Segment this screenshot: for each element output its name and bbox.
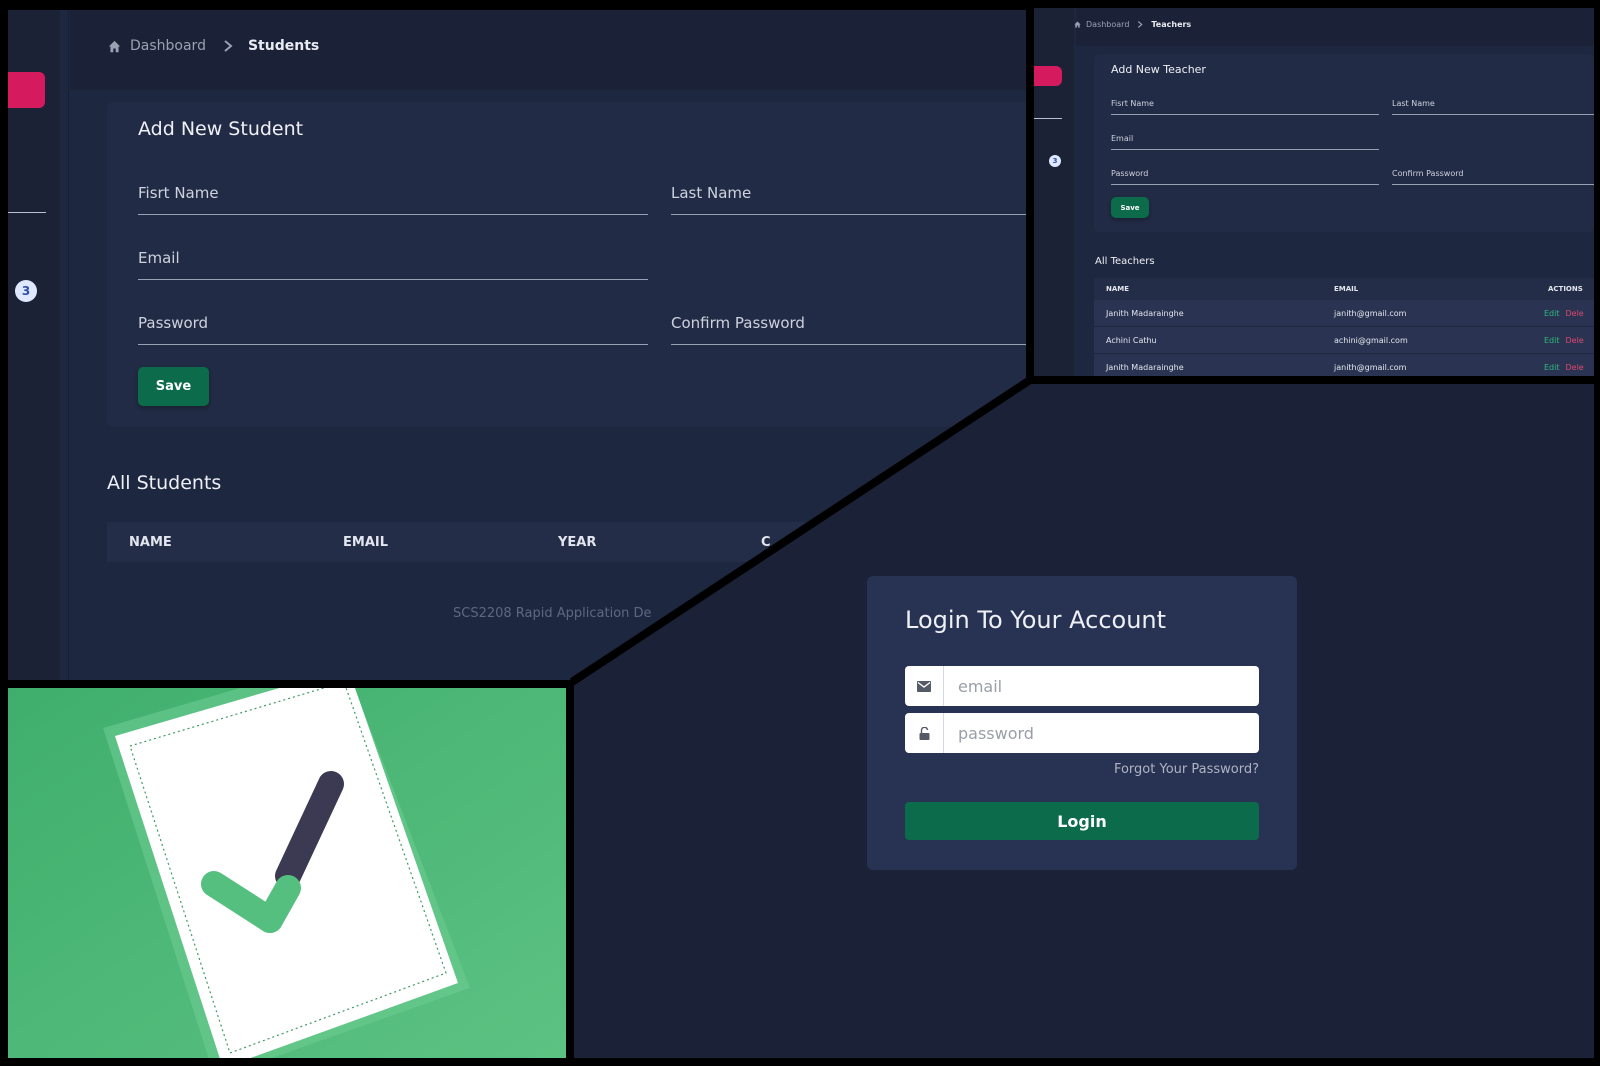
sidebar-separator [8,212,46,213]
chevron-right-icon [224,40,233,52]
teacher-name: Janith Madarainghe [1106,308,1184,318]
chevron-right-icon [1138,21,1144,28]
form-title: Add New Student [138,118,304,140]
breadcrumb-current: Students [247,38,320,54]
login-button[interactable]: Login [905,802,1259,840]
breadcrumb: Dashboard Students [108,38,319,54]
password-input[interactable] [944,713,1259,753]
password-input-group [905,713,1259,753]
confirm-password-field[interactable]: Confirm Password [1392,169,1594,185]
column-header-year: YEAR [558,534,597,550]
table-row: Achini Cathu achini@gmail.com Edit Dele [1094,327,1594,354]
home-icon [1074,21,1081,28]
all-teachers-title: All Teachers [1095,256,1155,267]
sidebar [1034,8,1074,378]
breadcrumb: Dashboard Teachers [1074,20,1191,29]
all-students-title: All Students [107,472,222,494]
save-button[interactable]: Save [138,367,209,406]
login-title: Login To Your Account [905,606,1167,634]
teachers-panel: 3 Dashboard Teachers Add New Teacher Fis… [1034,8,1594,378]
sidebar-separator [1034,118,1062,119]
breadcrumb-dashboard-link[interactable]: Dashboard [1086,20,1129,29]
table-row: Janith Madarainghe janith@gmail.com Edit… [1094,300,1594,327]
teacher-email: achini@gmail.com [1334,335,1408,345]
last-name-field[interactable]: Last Name [671,184,1028,215]
teacher-email: janith@gmail.com [1334,362,1407,372]
breadcrumb-dashboard-link[interactable]: Dashboard [130,38,206,54]
edit-link[interactable]: Edit [1544,363,1560,372]
edit-link[interactable]: Edit [1544,309,1560,318]
save-button[interactable]: Save [1111,197,1149,218]
teacher-name: Janith Madarainghe [1106,362,1184,372]
teachers-table-header: NAME EMAIL ACTIONS [1094,278,1594,300]
home-icon [108,40,121,52]
column-header-course: C [761,534,771,550]
login-card: Login To Your Account Forgot Your Passwo… [867,576,1297,870]
teacher-email: janith@gmail.com [1334,308,1407,318]
unlock-icon [905,713,944,753]
column-header-email: EMAIL [343,534,388,550]
delete-link[interactable]: Dele [1566,336,1584,345]
column-header-email: EMAIL [1334,285,1359,293]
footer-text: SCS2208 Rapid Application De [453,606,652,621]
checkmark-document-icon [8,688,568,1058]
notification-badge[interactable]: 3 [15,280,37,302]
password-field[interactable]: Password [138,314,648,345]
form-title: Add New Teacher [1111,63,1206,76]
envelope-icon [905,666,944,706]
teacher-name: Achini Cathu [1106,335,1157,345]
notification-badge[interactable]: 3 [1049,155,1061,167]
sidebar-active-item[interactable] [1034,66,1062,86]
first-name-field[interactable]: Fisrt Name [1111,99,1379,115]
email-field[interactable]: Email [1111,134,1379,150]
delete-link[interactable]: Dele [1566,363,1584,372]
sidebar [8,10,60,680]
table-row: Janith Madarainghe janith@gmail.com Edit… [1094,354,1594,378]
column-header-name: NAME [1106,285,1130,293]
email-field[interactable]: Email [138,249,648,280]
breadcrumb-current: Teachers [1151,20,1192,29]
checklist-illustration [8,688,568,1058]
first-name-field[interactable]: Fisrt Name [138,184,648,215]
column-header-name: NAME [129,534,172,550]
email-input-group [905,666,1259,706]
last-name-field[interactable]: Last Name [1392,99,1594,115]
sidebar-active-item[interactable] [8,72,45,108]
confirm-password-field[interactable]: Confirm Password [671,314,1028,345]
password-field[interactable]: Password [1111,169,1379,185]
sidebar-divider [68,10,69,680]
forgot-password-link[interactable]: Forgot Your Password? [1114,762,1259,777]
column-header-actions: ACTIONS [1548,285,1583,293]
delete-link[interactable]: Dele [1566,309,1584,318]
edit-link[interactable]: Edit [1544,336,1560,345]
email-input[interactable] [944,666,1259,706]
